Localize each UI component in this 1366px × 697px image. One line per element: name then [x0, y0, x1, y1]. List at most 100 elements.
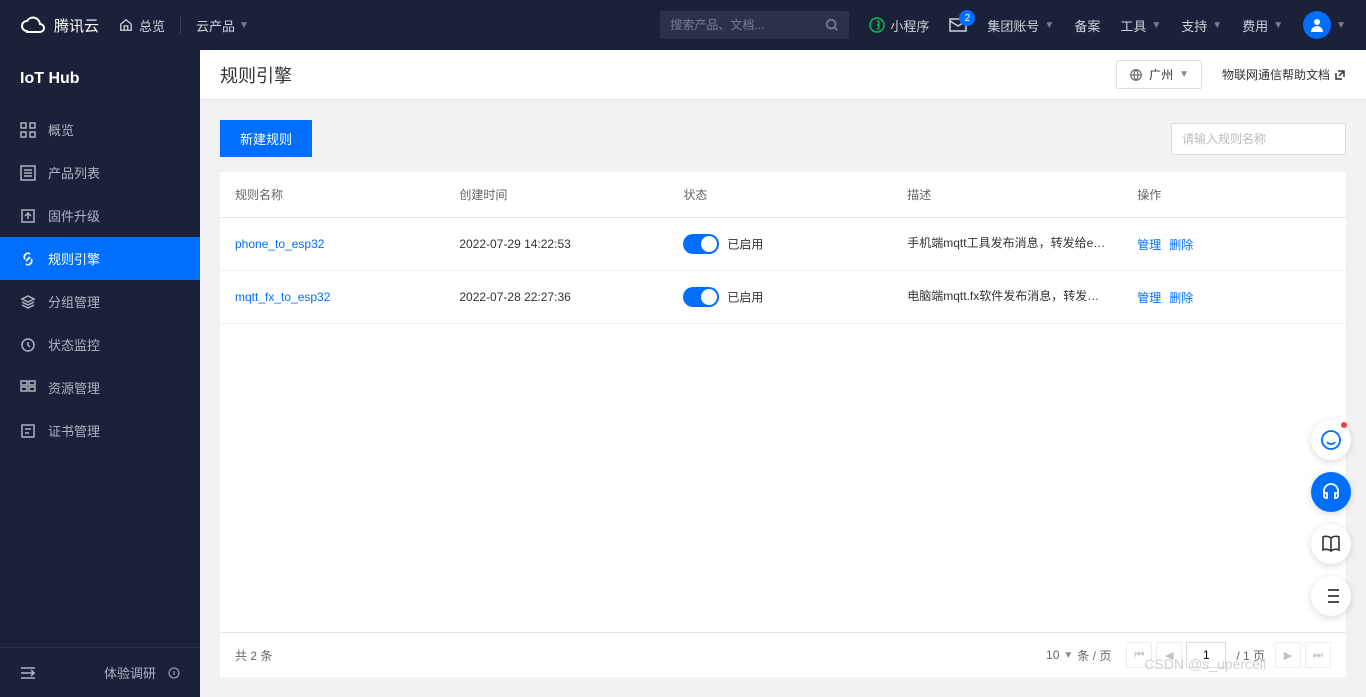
col-name: 规则名称 — [220, 172, 444, 218]
top-nav: 腾讯云 总览 云产品 ▼ 小程序 2 集团账号▼ 备案 工具▼ 支持▼ 费用▼ … — [0, 0, 1366, 50]
chevron-down-icon: ▼ — [1273, 20, 1283, 31]
mail-link[interactable]: 2 — [949, 18, 967, 32]
avatar — [1303, 11, 1331, 39]
table-row: phone_to_esp32 2022-07-29 14:22:53 已启用 手… — [220, 218, 1346, 271]
rules-table-container: 规则名称 创建时间 状态 描述 操作 phone_to_esp32 2022-0… — [220, 172, 1346, 677]
product-title: IoT Hub — [0, 50, 200, 108]
chevron-down-icon: ▼ — [1063, 650, 1073, 661]
delete-link[interactable]: 删除 — [1169, 238, 1193, 252]
table-header-row: 规则名称 创建时间 状态 描述 操作 — [220, 172, 1346, 218]
upgrade-icon — [20, 208, 36, 224]
brand-name: 腾讯云 — [54, 15, 99, 36]
status-text: 已启用 — [727, 291, 763, 305]
page-input[interactable] — [1186, 642, 1226, 668]
search-icon — [825, 18, 839, 32]
manage-link[interactable]: 管理 — [1137, 238, 1161, 252]
collapse-icon — [20, 667, 36, 679]
toggle-knob — [701, 236, 717, 252]
grid-icon — [20, 122, 36, 138]
help-doc-link[interactable]: 物联网通信帮助文档 — [1222, 66, 1346, 83]
sidebar-item-firmware[interactable]: 固件升级 — [0, 194, 200, 237]
sidebar-survey[interactable]: 体验调研 — [0, 647, 200, 697]
sidebar: IoT Hub 概览 产品列表 固件升级 规则引擎 分组管理 状态监控 资源管理… — [0, 50, 200, 697]
chevron-down-icon: ▼ — [1151, 20, 1161, 31]
sidebar-item-resources[interactable]: 资源管理 — [0, 366, 200, 409]
globe-icon — [1129, 68, 1143, 82]
rule-time: 2022-07-28 22:27:36 — [444, 271, 668, 324]
rule-desc: 电脑端mqtt.fx软件发布消息，转发给... — [907, 287, 1107, 304]
chevron-down-icon: ▼ — [1212, 20, 1222, 31]
sidebar-item-groups[interactable]: 分组管理 — [0, 280, 200, 323]
tools-dropdown[interactable]: 工具▼ — [1120, 16, 1161, 35]
chevron-down-icon: ▼ — [1179, 69, 1189, 80]
nav-separator — [180, 16, 181, 34]
col-desc: 描述 — [892, 172, 1122, 218]
float-menu-button[interactable] — [1311, 576, 1351, 616]
pager-prev[interactable]: ◀ — [1156, 642, 1182, 668]
float-smile-button[interactable] — [1311, 420, 1351, 460]
overview-link[interactable]: 总览 — [119, 16, 165, 35]
notification-dot — [1341, 422, 1347, 428]
products-dropdown[interactable]: 云产品 ▼ — [196, 16, 249, 35]
book-icon — [1321, 535, 1341, 553]
external-link-icon — [1334, 69, 1346, 81]
global-search-input[interactable] — [670, 18, 825, 32]
col-status: 状态 — [668, 172, 892, 218]
support-dropdown[interactable]: 支持▼ — [1181, 16, 1222, 35]
cloud-logo-icon — [20, 14, 46, 36]
chevron-down-icon: ▼ — [239, 20, 249, 31]
toggle-knob — [701, 289, 717, 305]
table-row: mqtt_fx_to_esp32 2022-07-28 22:27:36 已启用… — [220, 271, 1346, 324]
delete-link[interactable]: 删除 — [1169, 291, 1193, 305]
region-selector[interactable]: 广州 ▼ — [1116, 60, 1202, 89]
rule-time: 2022-07-29 14:22:53 — [444, 218, 668, 271]
rule-desc: 手机端mqtt工具发布消息，转发给es... — [907, 234, 1107, 251]
status-toggle[interactable] — [683, 234, 719, 254]
rule-search[interactable] — [1171, 123, 1346, 155]
new-rule-button[interactable]: 新建规则 — [220, 120, 312, 157]
page-title: 规则引擎 — [220, 62, 292, 88]
cert-icon — [20, 423, 36, 439]
sidebar-item-rules[interactable]: 规则引擎 — [0, 237, 200, 280]
billing-dropdown[interactable]: 费用▼ — [1242, 16, 1283, 35]
account-dropdown[interactable]: 集团账号▼ — [987, 16, 1054, 35]
resources-icon — [20, 380, 36, 396]
sidebar-item-overview[interactable]: 概览 — [0, 108, 200, 151]
miniprogram-link[interactable]: 小程序 — [869, 16, 929, 35]
pager-last[interactable]: ⏭ — [1305, 642, 1331, 668]
pager: ⏮ ◀ / 1 页 ▶ ⏭ — [1126, 642, 1331, 668]
rule-search-input[interactable] — [1182, 132, 1337, 146]
col-time: 创建时间 — [444, 172, 668, 218]
rule-name-link[interactable]: phone_to_esp32 — [235, 237, 324, 251]
home-icon — [119, 18, 133, 32]
info-icon — [168, 667, 180, 679]
manage-link[interactable]: 管理 — [1137, 291, 1161, 305]
page-size-selector[interactable]: 10 ▼ 条 / 页 — [1046, 647, 1111, 664]
rules-table: 规则名称 创建时间 状态 描述 操作 phone_to_esp32 2022-0… — [220, 172, 1346, 324]
chevron-down-icon: ▼ — [1044, 20, 1054, 31]
main-header: 规则引擎 广州 ▼ 物联网通信帮助文档 — [200, 50, 1366, 100]
mail-badge: 2 — [959, 10, 975, 26]
logo-section[interactable]: 腾讯云 — [20, 14, 99, 36]
sidebar-item-certs[interactable]: 证书管理 — [0, 409, 200, 452]
pager-first[interactable]: ⏮ — [1126, 642, 1152, 668]
link-icon — [20, 251, 36, 267]
list-icon — [20, 165, 36, 181]
status-toggle[interactable] — [683, 287, 719, 307]
float-docs-button[interactable] — [1311, 524, 1351, 564]
sidebar-item-monitor[interactable]: 状态监控 — [0, 323, 200, 366]
global-search[interactable] — [660, 11, 849, 39]
toolbar: 新建规则 — [220, 120, 1346, 157]
menu-icon — [1322, 589, 1340, 603]
miniprogram-icon — [869, 17, 885, 33]
layers-icon — [20, 294, 36, 310]
rule-name-link[interactable]: mqtt_fx_to_esp32 — [235, 290, 330, 304]
smile-icon — [1320, 429, 1342, 451]
user-avatar-dropdown[interactable]: ▼ — [1303, 11, 1346, 39]
status-text: 已启用 — [727, 238, 763, 252]
main-content: 规则引擎 广州 ▼ 物联网通信帮助文档 新建规则 规则名称 创建时间 — [200, 50, 1366, 697]
pager-next[interactable]: ▶ — [1275, 642, 1301, 668]
float-support-button[interactable] — [1311, 472, 1351, 512]
sidebar-item-products[interactable]: 产品列表 — [0, 151, 200, 194]
filing-link[interactable]: 备案 — [1074, 16, 1100, 35]
